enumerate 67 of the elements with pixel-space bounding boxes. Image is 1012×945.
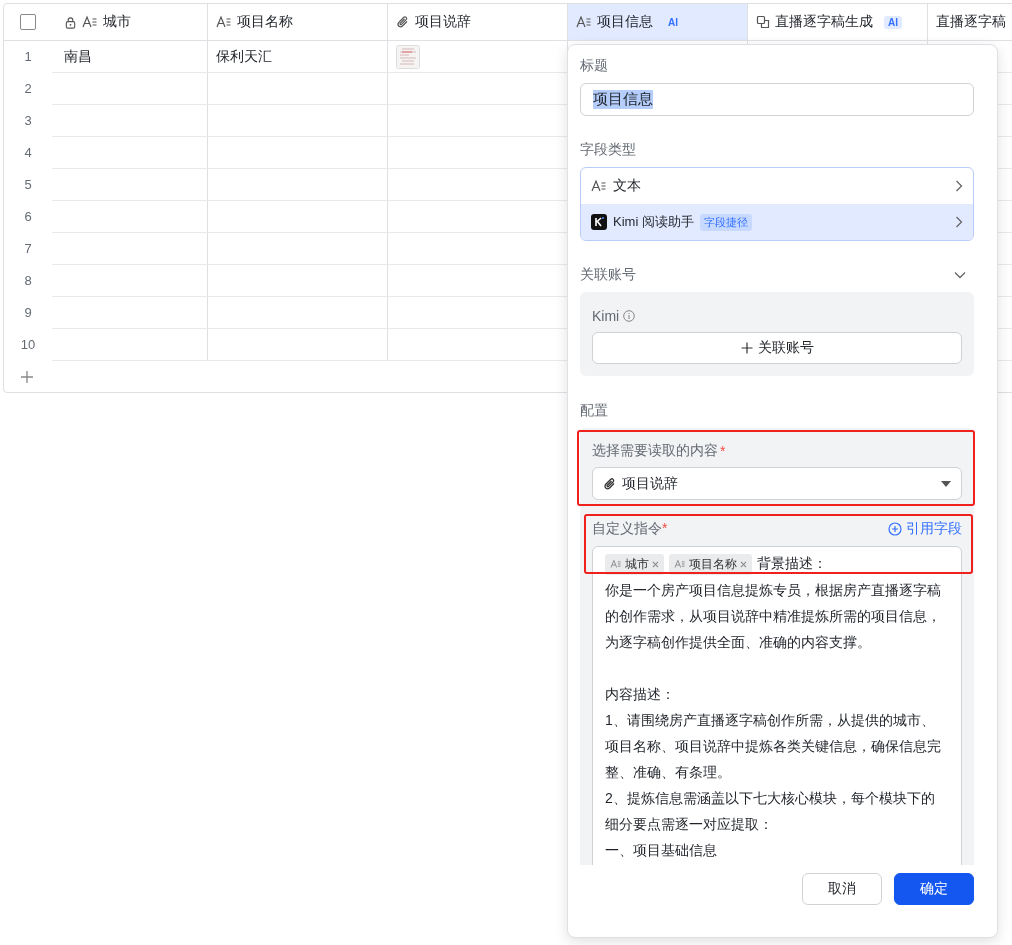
required-mark: * (662, 520, 668, 536)
add-row-icon[interactable] (20, 369, 34, 384)
chevron-down-icon[interactable] (954, 271, 966, 279)
field-label: 标题 (580, 57, 609, 75)
field-label: 选择需要读取的内容 (592, 442, 718, 460)
column-header[interactable]: 城市 (52, 4, 208, 40)
field-label: 自定义指令 (592, 520, 662, 536)
copy-icon (756, 15, 770, 29)
row-number: 2 (24, 81, 32, 96)
title-input[interactable]: 项目信息 (580, 83, 974, 116)
paperclip-icon (396, 15, 410, 29)
row-number: 10 (20, 337, 36, 352)
text-type-icon (216, 15, 232, 29)
row-number: 4 (24, 145, 32, 160)
chevron-right-icon (955, 180, 963, 192)
chevron-right-icon (955, 216, 963, 228)
add-circle-icon (888, 522, 902, 536)
table-cell: 保利天汇 (216, 47, 272, 66)
row-number: 5 (24, 177, 32, 192)
ai-badge: AI (884, 15, 902, 29)
row-number: 7 (24, 241, 32, 256)
column-header[interactable]: 项目名称 (208, 4, 388, 40)
content-select[interactable]: 项目说辞 (592, 467, 962, 500)
text-type-icon (674, 559, 686, 569)
instruction-text: 1、请围绕房产直播逐字稿创作所需，从提供的城市、项目名称、项目说辞中提炼各类关键信息，确保信息完整、准确、有条理。 (605, 711, 942, 782)
field-label: 配置 (580, 402, 609, 420)
table-cell: 南昌 (64, 47, 92, 66)
instruction-text: 你是一个房产项目信息提炼专员，根据房产直播逐字稿的创作需求，从项目说辞中精准提炼所需的项目信息，为逐字稿创作提供全面、准确的内容支撑。 (605, 581, 942, 652)
info-icon[interactable] (623, 310, 636, 322)
cancel-button[interactable]: 取消 (802, 873, 882, 905)
field-type-option[interactable]: 文本 (581, 168, 973, 204)
confirm-button[interactable]: 确定 (894, 873, 974, 905)
field-label: 关联账号 (580, 266, 636, 284)
field-type-option[interactable]: Kimi 阅读助手 字段捷径 (581, 204, 973, 240)
column-header[interactable]: 项目信息 AI (568, 4, 748, 40)
close-icon[interactable] (652, 560, 659, 568)
provider-name: Kimi (592, 308, 620, 324)
row-number: 3 (24, 113, 32, 128)
row-number: 6 (24, 209, 32, 224)
field-token[interactable]: 城市 (605, 553, 664, 575)
column-header[interactable]: 直播逐字稿生成 AI (748, 4, 928, 40)
text-type-icon (610, 559, 622, 569)
field-token[interactable]: 项目名称 (669, 553, 752, 575)
text-type-icon (576, 15, 592, 29)
instruction-input[interactable]: 城市 项目名称 背景描述： 你是一个房产项目信息提炼专员，根据房产直播逐字稿的创作需求，从项目说辞中精准提炼所需的项目信息，为逐字稿创作提供全面、准确的内容支撑。 内容描述： 1、请围绕房产直播逐字稿创作所需，从提供的城市、项目名称、项目说辞中提炼各类关键信息，确保信息完整、准确、有条理。 2、提炼信息需涵盖以下七大核心模块，每个模块下的细分要点需逐一对应提取： 一、项目基础信息 (592, 546, 962, 865)
column-header[interactable]: 直播逐字稿 (928, 4, 1012, 40)
instruction-text: 内容描述： (605, 685, 676, 704)
text-type-icon (591, 179, 607, 193)
instruction-text: 一、项目基础信息 (605, 841, 718, 860)
reference-field-link[interactable]: 引用字段 (888, 520, 962, 538)
row-number: 9 (24, 305, 32, 320)
document-thumbnail-icon[interactable] (396, 44, 420, 69)
instruction-text: 背景描述： (757, 555, 827, 573)
shortcut-tag: 字段捷径 (699, 213, 752, 231)
row-number: 1 (24, 49, 32, 64)
select-all-checkbox[interactable] (20, 14, 36, 30)
row-number: 8 (24, 273, 32, 288)
close-icon[interactable] (740, 560, 747, 568)
instruction-text: 2、提炼信息需涵盖以下七大核心模块，每个模块下的细分要点需逐一对应提取： (605, 789, 936, 834)
paperclip-icon (603, 476, 617, 491)
required-mark: * (720, 443, 726, 459)
kimi-logo-icon (591, 214, 607, 230)
field-label: 字段类型 (580, 141, 637, 159)
link-account-button[interactable]: 关联账号 (592, 332, 962, 364)
plus-icon (740, 342, 753, 354)
text-type-icon (82, 15, 98, 29)
caret-icon (941, 480, 951, 487)
